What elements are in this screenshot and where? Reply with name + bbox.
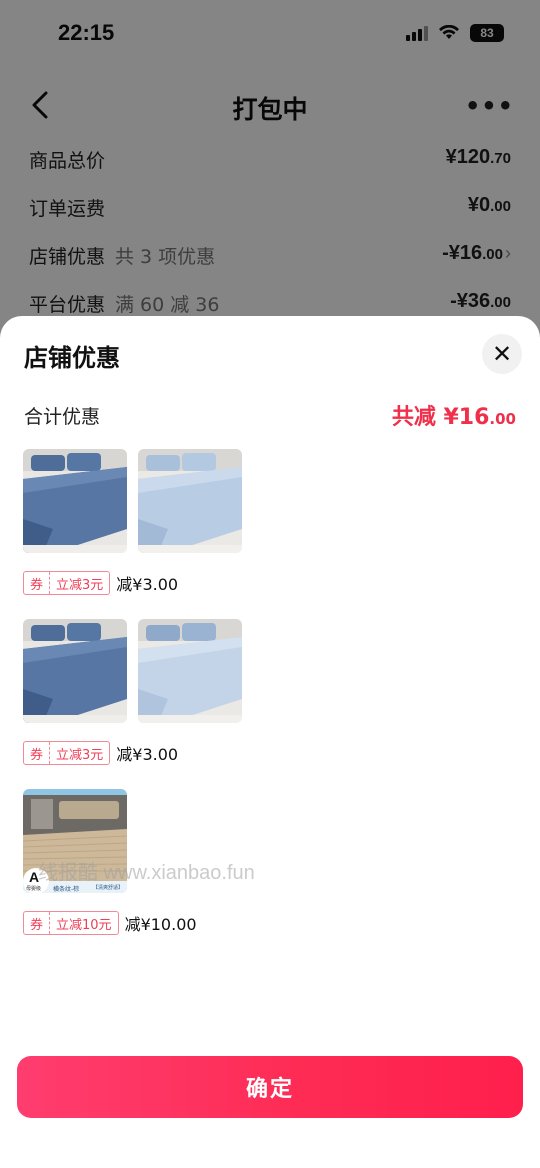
coupon-tag: 券 — [24, 742, 51, 764]
coupon-tag: 券 — [24, 572, 51, 594]
product-thumbnail[interactable] — [138, 619, 242, 723]
coupon-tag: 券 — [24, 912, 51, 934]
coupon-text: 立减3元 — [56, 747, 104, 763]
total-discount-label: 合计优惠 — [24, 406, 101, 428]
close-button[interactable]: ✕ — [482, 334, 522, 374]
discount-group: 券 立减3元 减¥3.00 — [23, 449, 242, 595]
product-thumbnail[interactable] — [138, 449, 242, 553]
thumbnail-caption-secondary: 【清爽舒适】 — [93, 885, 124, 891]
coupon-badge: 券 立减3元 — [23, 741, 111, 765]
coupon-saving: 减¥10.00 — [124, 915, 197, 934]
product-thumbnail[interactable] — [23, 449, 127, 553]
thumbnail-caption: 横条纹-棕 — [53, 886, 80, 893]
discount-group: 券 立减3元 减¥3.00 — [23, 619, 242, 765]
confirm-button[interactable]: 确定 — [17, 1056, 523, 1118]
coupon-badge: 券 立减3元 — [23, 571, 111, 595]
watermark: 线报酷 www.xianbao.fun — [38, 862, 255, 884]
coupon-text: 立减10元 — [56, 917, 112, 933]
coupon-saving: 减¥3.00 — [116, 575, 179, 594]
product-thumbnail[interactable] — [23, 619, 127, 723]
coupon-saving: 减¥3.00 — [116, 745, 179, 764]
close-icon: ✕ — [491, 340, 513, 368]
total-discount-row: 合计优惠 共减 ¥16.00 — [24, 402, 516, 432]
sheet-title: 店铺优惠 — [24, 344, 120, 372]
total-discount-value: 共减 ¥16.00 — [391, 405, 516, 430]
coupon-text: 立减3元 — [56, 577, 104, 593]
coupon-badge: 券 立减10元 — [23, 911, 119, 935]
badge-text: 母婴级 — [26, 886, 42, 892]
